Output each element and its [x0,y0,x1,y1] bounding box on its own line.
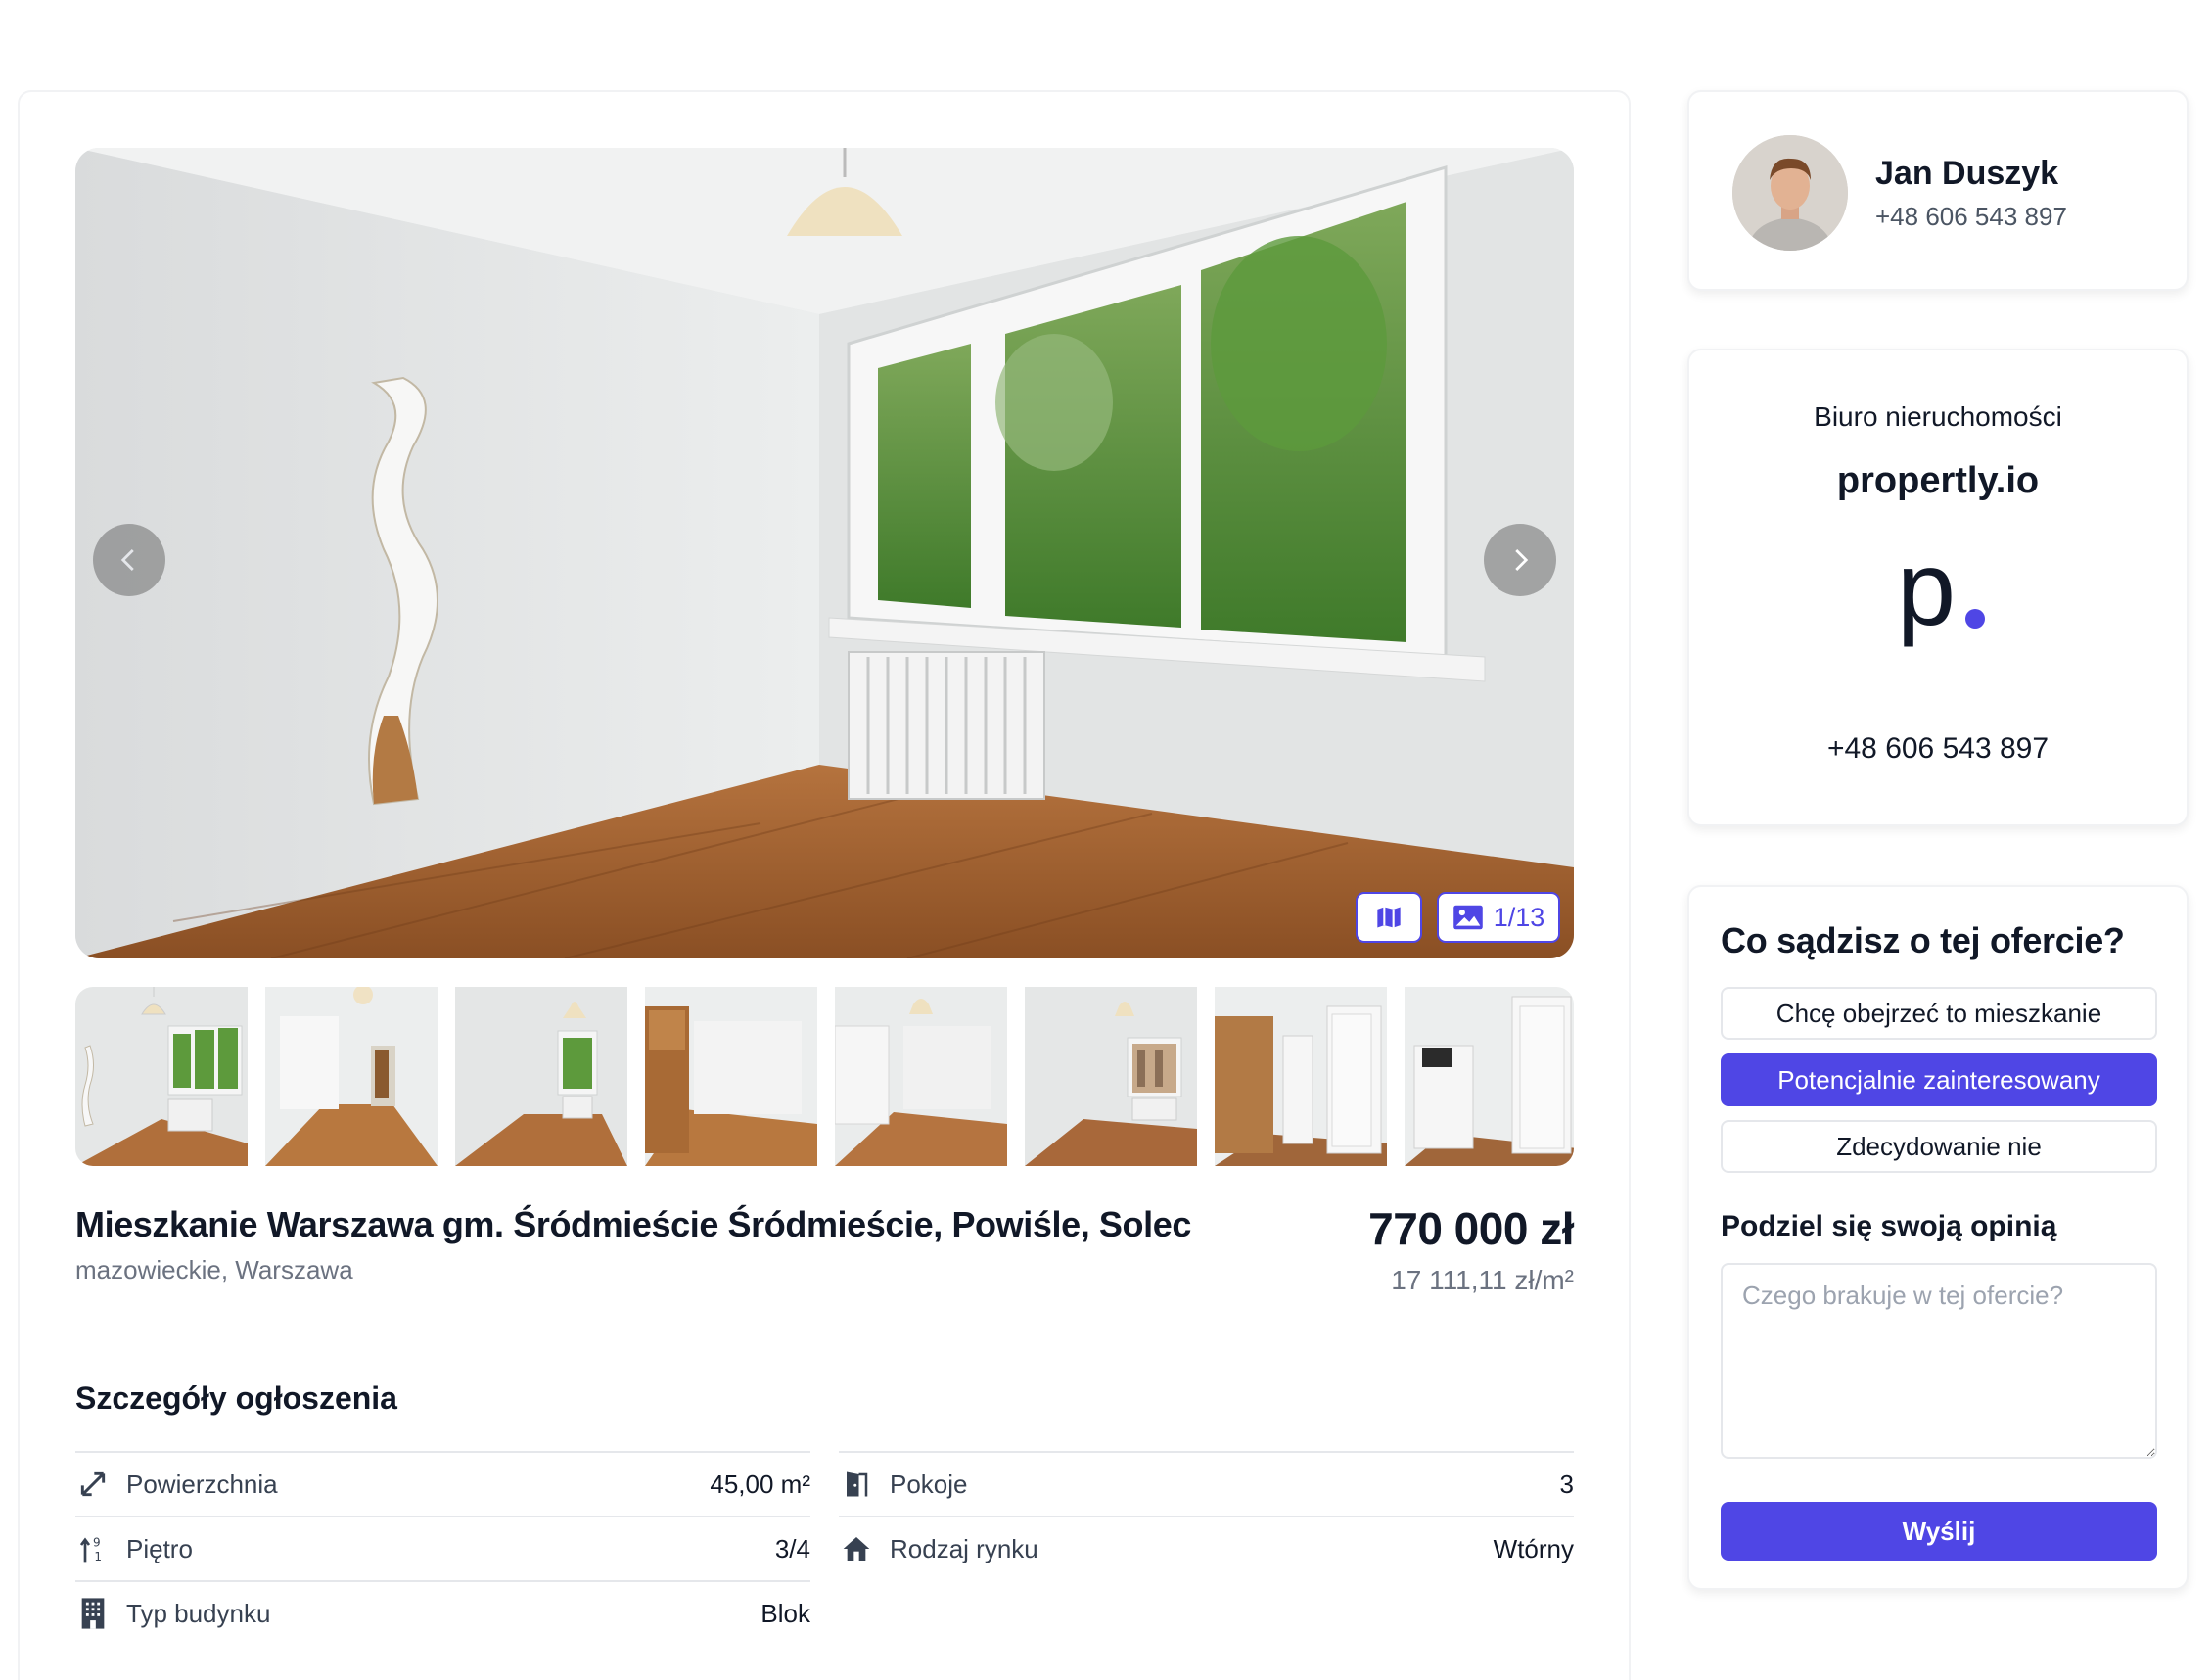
photo-counter: 1/13 [1493,902,1545,932]
thumbnail[interactable] [1025,987,1197,1166]
agency-card: Biuro nieruchomości propertly.io p +48 6… [1687,349,2189,826]
detail-label: Typ budynku [126,1598,271,1628]
svg-text:p: p [1897,544,1956,647]
detail-value: Blok [760,1598,810,1628]
thumbnail[interactable] [835,987,1007,1166]
listing-location: mazowieckie, Warszawa [75,1255,353,1284]
detail-row-market: Rodzaj rynku Wtórny [839,1516,1574,1580]
detail-row-rooms: Pokoje 3 [839,1451,1574,1516]
gallery-next-button[interactable] [1484,524,1556,596]
photo-counter-button[interactable]: 1/13 [1437,892,1560,943]
door-icon [839,1467,874,1502]
gallery-prev-button[interactable] [93,524,165,596]
opinion-title: Podziel się swoją opinią [1721,1210,2057,1242]
detail-value: 3 [1559,1469,1574,1499]
building-icon [75,1596,111,1631]
details-title: Szczegóły ogłoszenia [75,1380,397,1416]
opinion-textarea[interactable] [1721,1263,2157,1459]
detail-label: Piętro [126,1533,193,1563]
thumbnail[interactable] [645,987,817,1166]
chevron-left-icon [120,549,134,571]
main-photo [75,148,1574,958]
floor-icon: 91 [75,1531,111,1566]
thumbnail[interactable] [75,987,248,1166]
listing-price: 770 000 zł [1368,1203,1574,1254]
agent-card: Jan Duszyk +48 606 543 897 [1687,90,2189,291]
detail-row-area: Powierzchnia 45,00 m² [75,1451,810,1516]
feedback-option-interested[interactable]: Potencjalnie zainteresowany [1721,1053,2157,1106]
detail-label: Rodzaj rynku [890,1533,1038,1563]
detail-label: Powierzchnia [126,1469,278,1499]
thumbnail[interactable] [1215,987,1387,1166]
house-icon [839,1531,874,1566]
agency-label: Biuro nieruchomości [1814,401,2062,432]
agency-logo: p [1895,529,1993,652]
detail-value: Wtórny [1493,1533,1574,1563]
detail-label: Pokoje [890,1469,968,1499]
feedback-option-view[interactable]: Chcę obejrzeć to mieszkanie [1721,987,2157,1040]
thumbnail-strip [75,987,1574,1166]
avatar [1732,135,1848,251]
thumbnail[interactable] [455,987,627,1166]
send-button[interactable]: Wyślij [1721,1502,2157,1561]
detail-row-building: Typ budynku Blok [75,1580,810,1645]
photo-gallery[interactable]: 1/13 [75,148,1574,958]
detail-value: 3/4 [774,1533,810,1563]
feedback-option-no[interactable]: Zdecydowanie nie [1721,1120,2157,1173]
map-icon [1377,907,1401,928]
thumbnail[interactable] [1405,987,1574,1166]
feedback-title: Co sądzisz o tej ofercie? [1721,920,2125,960]
svg-text:1: 1 [94,1550,102,1563]
feedback-card: Co sądzisz o tej ofercie? Chcę obejrzeć … [1687,885,2189,1590]
detail-row-floor: 91 Piętro 3/4 [75,1516,810,1580]
svg-text:9: 9 [93,1535,101,1549]
image-icon [1452,905,1483,930]
agency-phone[interactable]: +48 606 543 897 [1689,732,2187,766]
listing-title: Mieszkanie Warszawa gm. Śródmieście Śród… [75,1204,1191,1244]
listing-price-per-m2: 17 111,11 zł/m² [1391,1265,1574,1295]
thumbnail[interactable] [265,987,438,1166]
map-button[interactable] [1356,892,1422,943]
agent-phone[interactable]: +48 606 543 897 [1875,202,2067,232]
agent-name: Jan Duszyk [1875,155,2059,192]
agency-name: propertly.io [1836,460,2040,501]
chevron-right-icon [1515,549,1529,571]
arrows-diagonal-icon [75,1467,111,1502]
detail-value: 45,00 m² [710,1469,810,1499]
